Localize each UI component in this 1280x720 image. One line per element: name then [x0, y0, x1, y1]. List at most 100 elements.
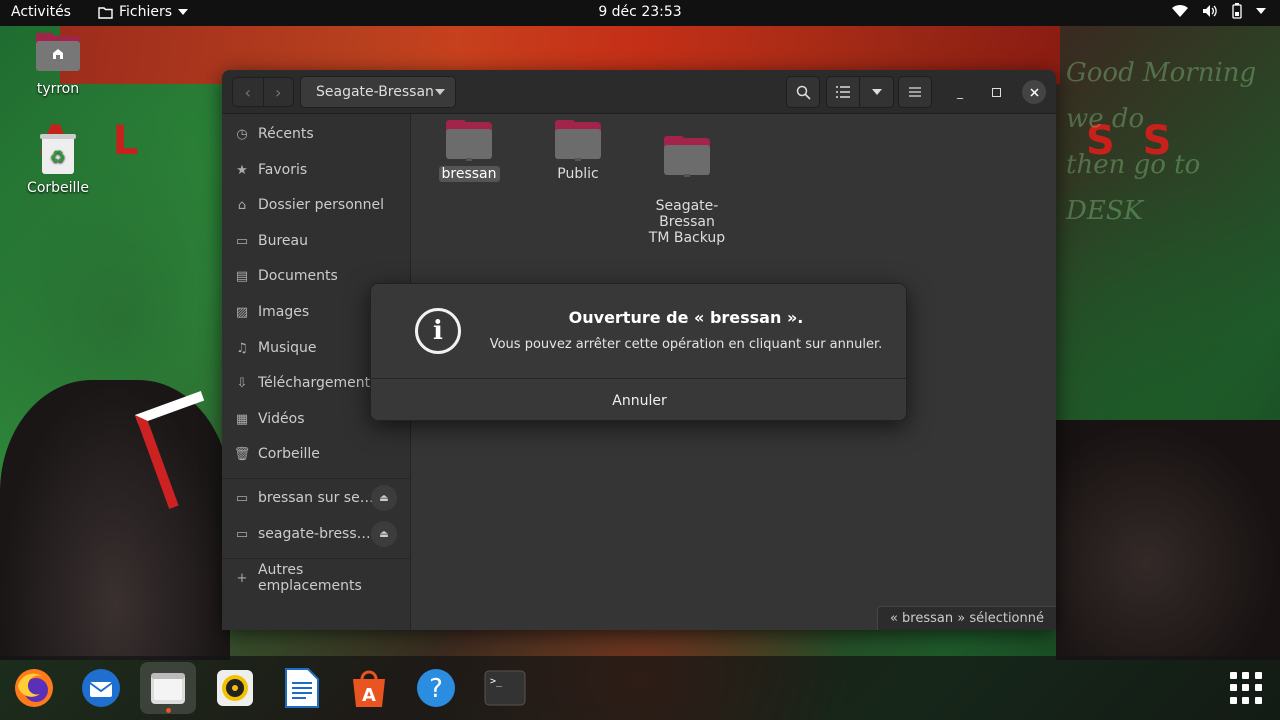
- activities-button[interactable]: Activités: [11, 4, 71, 20]
- menu-button[interactable]: [898, 76, 932, 108]
- desktop-trash[interactable]: ♻ Corbeille: [13, 132, 103, 196]
- grid-dot: [1242, 684, 1250, 692]
- dock-thunderbird[interactable]: [73, 662, 129, 714]
- hamburger-menu-icon: [909, 87, 921, 97]
- dialog-message: Vous pouvez arrêter cette opération en c…: [489, 337, 883, 352]
- eject-button[interactable]: ⏏: [371, 521, 397, 547]
- sidebar-item-label: seagate-bress…: [258, 526, 371, 542]
- minimize-button[interactable]: _: [948, 80, 972, 104]
- wifi-icon: [1172, 4, 1188, 18]
- close-button[interactable]: [1022, 80, 1046, 104]
- thunderbird-icon: [82, 669, 120, 707]
- sidebar-item-recent[interactable]: ◷ Récents: [222, 116, 411, 152]
- dock: A ? >_: [0, 656, 1280, 720]
- volume-icon: [1203, 5, 1217, 17]
- list-view-button[interactable]: [827, 77, 861, 107]
- desktop-icon: ▭: [235, 233, 249, 249]
- sidebar-item-label: Images: [258, 304, 310, 320]
- file-item-bressan[interactable]: bressan: [419, 120, 519, 182]
- file-name: bressan: [438, 166, 500, 182]
- grid-dot: [1242, 696, 1250, 704]
- sidebar-item-trash[interactable]: 🗑 Corbeille: [222, 436, 411, 472]
- sidebar-item-home[interactable]: ⌂ Dossier personnel: [222, 187, 411, 223]
- sidebar-item-label: Autres emplacements: [257, 562, 362, 594]
- sidebar-item-label: Documents: [258, 268, 338, 284]
- sidebar-item-other-locations[interactable]: + Autres emplacements: [222, 560, 411, 596]
- svg-text:A: A: [362, 685, 376, 706]
- music-icon: ♫: [236, 340, 248, 356]
- forward-button[interactable]: ›: [262, 78, 294, 106]
- file-item-tm-backup[interactable]: Seagate- Bressan TM Backup: [637, 122, 737, 246]
- desktop-home-folder[interactable]: tyrron: [13, 33, 103, 97]
- chevron-right-icon: ›: [275, 82, 282, 102]
- view-dropdown-button[interactable]: [860, 77, 893, 107]
- dock-help[interactable]: ?: [408, 662, 464, 714]
- status-overlay: « bressan » sélectionné: [876, 606, 1056, 630]
- firefox-icon: [15, 669, 53, 707]
- chevron-down-icon: [435, 89, 445, 95]
- sidebar-item-label: Musique: [258, 340, 317, 356]
- sidebar-item-label: Vidéos: [258, 411, 305, 427]
- image-icon: ▨: [235, 304, 249, 320]
- trash-icon: 🗑: [233, 446, 251, 462]
- dock-files[interactable]: [140, 662, 196, 714]
- wallpaper-chalkboard: Good Morning we do then go to DESK: [1066, 58, 1257, 226]
- clock-icon: ◷: [236, 126, 248, 142]
- header-bar: ‹ › Seagate-Bressan _: [222, 70, 1056, 114]
- back-button[interactable]: ‹: [233, 78, 263, 106]
- folder-icon: [446, 120, 492, 162]
- maximize-icon: [991, 87, 1001, 97]
- sidebar-item-mount-seagate[interactable]: ▭ seagate-bress… ⏏: [222, 516, 411, 552]
- eject-button[interactable]: ⏏: [371, 485, 397, 511]
- sidebar-item-label: Récents: [258, 126, 314, 142]
- trash-icon: ♻: [36, 132, 80, 176]
- star-icon: ★: [236, 162, 248, 178]
- folder-icon: [555, 120, 601, 162]
- sidebar-item-mount-bressan[interactable]: ▭ bressan sur se… ⏏: [222, 480, 411, 516]
- app-menu[interactable]: Fichiers: [98, 4, 189, 20]
- ubuntu-software-icon: A: [353, 670, 385, 707]
- terminal-icon: >_: [484, 670, 526, 706]
- dock-software[interactable]: A: [341, 662, 397, 714]
- file-item-public[interactable]: Public: [528, 120, 628, 182]
- search-button[interactable]: [786, 76, 820, 108]
- maximize-button[interactable]: [984, 80, 1008, 104]
- svg-text:♻: ♻: [50, 147, 66, 168]
- video-icon: ▦: [235, 411, 249, 427]
- desktop-icon-label: Corbeille: [27, 180, 89, 196]
- dock-firefox[interactable]: [6, 662, 62, 714]
- network-drive-icon: ▭: [235, 490, 249, 506]
- sidebar-separator: [222, 558, 411, 559]
- chevron-down-icon: [178, 9, 189, 15]
- grid-dot: [1254, 684, 1262, 692]
- sidebar-item-label: bressan sur se…: [258, 490, 374, 506]
- cancel-button[interactable]: Annuler: [371, 378, 906, 420]
- dock-rhythmbox[interactable]: [207, 662, 263, 714]
- dock-writer[interactable]: [274, 662, 330, 714]
- show-applications-button[interactable]: [1230, 672, 1262, 704]
- sidebar-item-desktop[interactable]: ▭ Bureau: [222, 223, 411, 259]
- clock[interactable]: 9 déc 23:53: [598, 4, 681, 20]
- desktop-icon-label: tyrron: [36, 81, 80, 97]
- system-tray[interactable]: [1172, 3, 1266, 19]
- sidebar-item-label: Favoris: [258, 162, 308, 178]
- help-icon: ?: [417, 669, 455, 707]
- path-bar-button[interactable]: Seagate-Bressan: [300, 76, 456, 108]
- progress-dialog: i Ouverture de « bressan ». Vous pouvez …: [370, 283, 907, 421]
- grid-dot: [1242, 672, 1250, 679]
- sidebar-separator: [222, 478, 411, 479]
- files-icon: [151, 673, 185, 704]
- folder-icon: [98, 6, 113, 19]
- dock-terminal[interactable]: >_: [477, 662, 533, 714]
- chevron-down-icon: [871, 89, 882, 95]
- sidebar-item-label: Bureau: [258, 233, 308, 249]
- sidebar-item-starred[interactable]: ★ Favoris: [222, 152, 411, 188]
- svg-text:>_: >_: [490, 676, 503, 687]
- file-name: Public: [557, 166, 599, 182]
- file-name: Seagate- Bressan TM Backup: [648, 198, 726, 246]
- dialog-title: Ouverture de « bressan ».: [568, 308, 804, 327]
- home-icon: ⌂: [237, 197, 247, 213]
- chevron-left-icon: ‹: [244, 82, 251, 102]
- rhythmbox-icon: [217, 670, 253, 706]
- home-folder-icon: [36, 33, 80, 77]
